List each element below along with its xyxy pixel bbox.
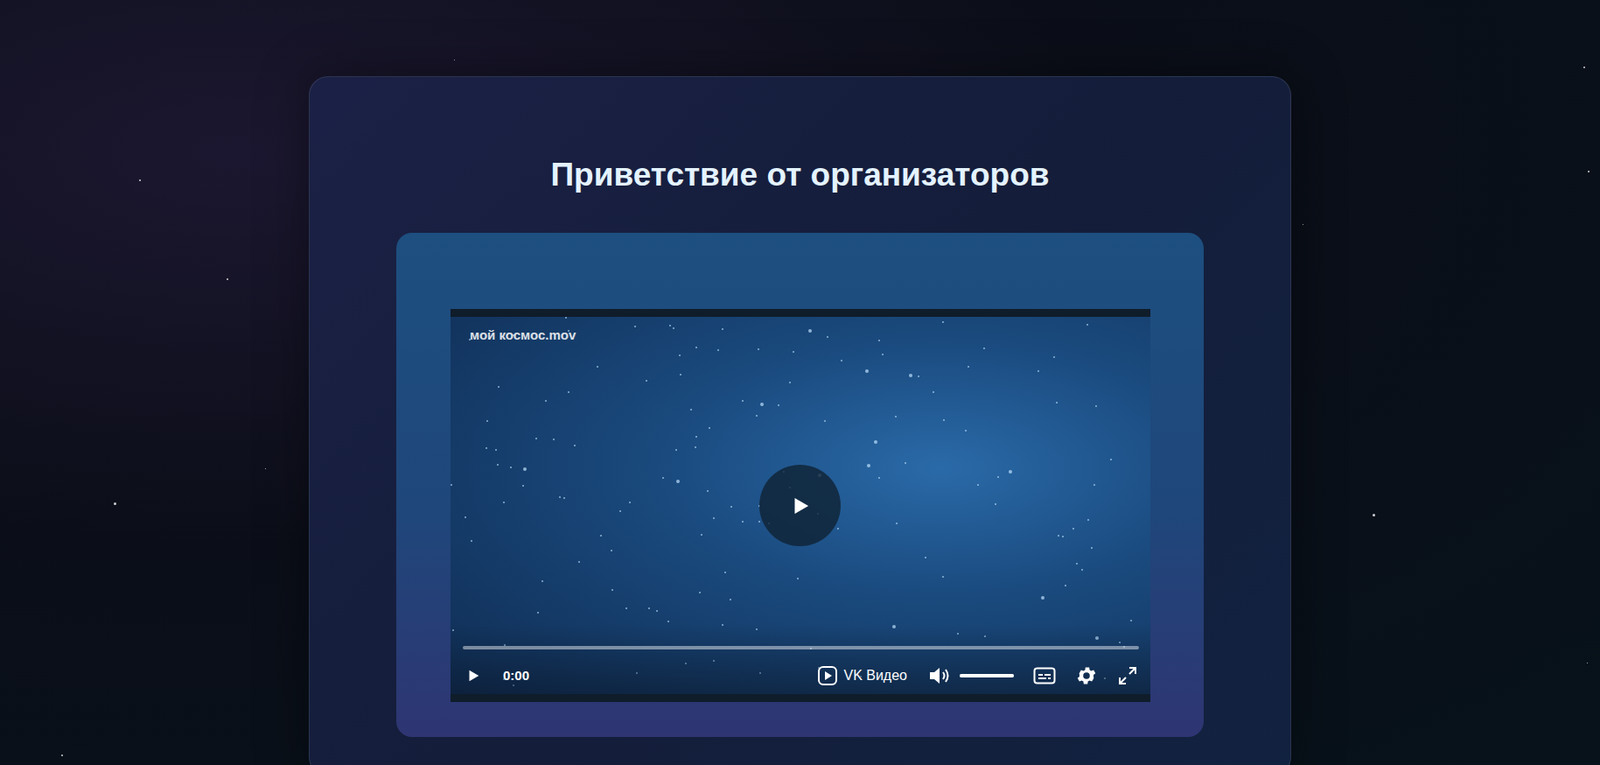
star (1587, 170, 1590, 173)
volume-icon[interactable] (928, 664, 953, 686)
brand-label: VK Видео (843, 664, 908, 686)
star (139, 179, 141, 182)
vk-video-logo[interactable]: VK Видео (817, 664, 908, 686)
greeting-card: Приветствие от организаторов мой космос.… (308, 76, 1292, 765)
subtitles-icon[interactable] (1033, 665, 1056, 685)
vk-logo-icon (817, 665, 838, 685)
star (1372, 513, 1376, 517)
video-player[interactable]: мой космос.mov 0:00 VK Видео (450, 308, 1151, 702)
star (1583, 66, 1586, 69)
star (226, 278, 229, 280)
volume-slider[interactable] (959, 673, 1014, 678)
play-button[interactable] (759, 464, 841, 546)
play-icon (465, 667, 482, 684)
fullscreen-icon[interactable] (1117, 664, 1139, 686)
star (1586, 662, 1588, 664)
section-title: Приветствие от организаторов (551, 154, 1050, 195)
time-display: 0:00 (503, 665, 530, 686)
progress-bar[interactable] (462, 645, 1139, 650)
play-icon (789, 494, 812, 518)
star (454, 59, 455, 61)
volume-fill (959, 673, 1014, 678)
play-control[interactable] (462, 664, 484, 686)
star (265, 468, 266, 469)
video-title: мой космос.mov (469, 325, 576, 346)
video-card: мой космос.mov 0:00 VK Видео (396, 232, 1204, 737)
settings-gear-icon[interactable] (1075, 663, 1098, 687)
star (113, 502, 117, 505)
control-bar: 0:00 VK Видео (462, 659, 1139, 692)
star (61, 754, 63, 756)
star (1302, 223, 1304, 225)
